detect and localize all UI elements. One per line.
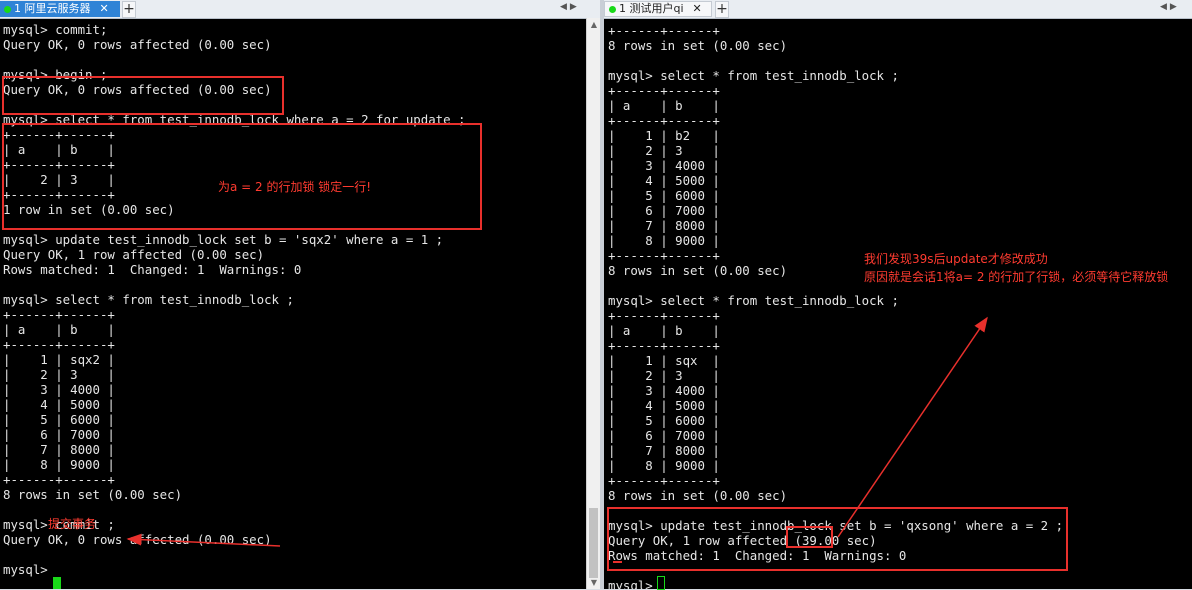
annotation-arrows xyxy=(126,316,988,563)
commit-arrow xyxy=(126,533,281,547)
wait-arrow xyxy=(837,316,988,538)
